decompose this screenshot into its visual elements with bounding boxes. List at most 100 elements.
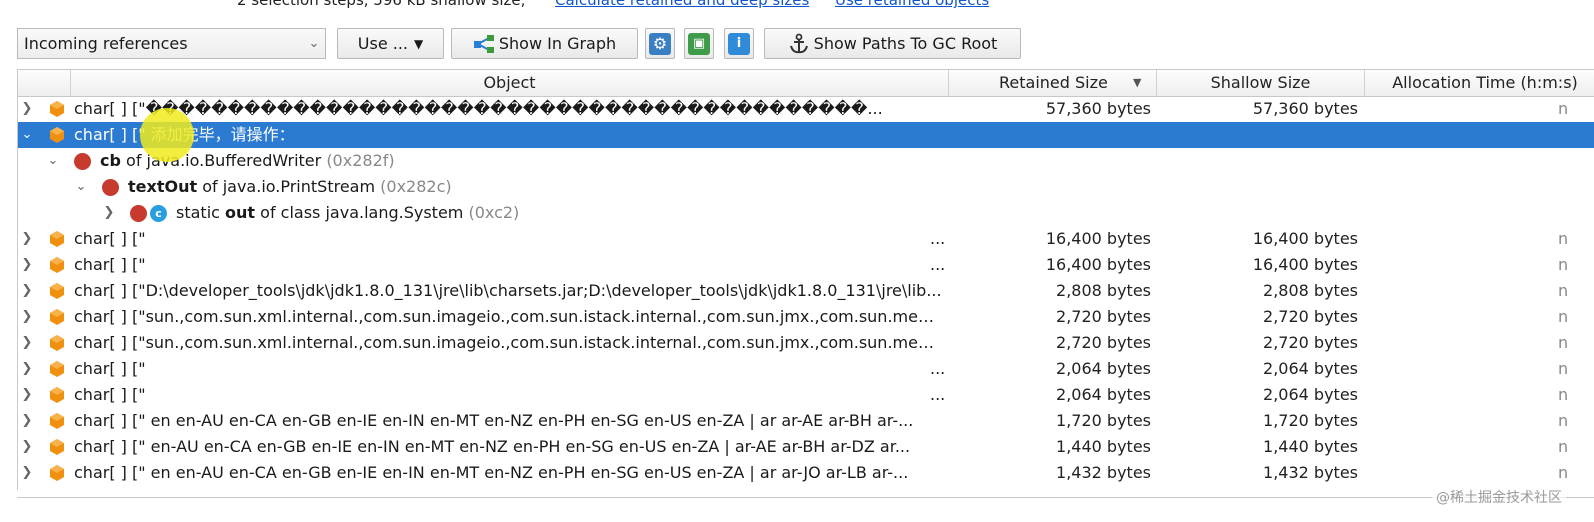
table-row[interactable]: ❯ char[ ] [" en-AU en-CA en-GB en-IE en-… (18, 434, 1594, 460)
object-label: char[ ] [" (74, 359, 146, 378)
object-icon (50, 387, 64, 403)
reference-icon (74, 153, 91, 170)
truncation-ellipsis: ... (930, 255, 946, 274)
object-icon (50, 127, 64, 143)
allocation-time: n (1558, 281, 1569, 300)
field-name: textOut (128, 177, 198, 196)
expand-chevron-icon[interactable]: ❯ (20, 460, 34, 486)
object-label: char[ ] [" (74, 385, 146, 404)
use-button[interactable]: Use ... ▼ (337, 28, 444, 59)
show-paths-gc-root-button[interactable]: Show Paths To GC Root (764, 28, 1021, 59)
table-row[interactable]: ❯ char[ ] ["sun.,com.sun.xml.internal.,c… (18, 330, 1594, 356)
retained-size: 2,064 bytes (1056, 359, 1151, 378)
table-row[interactable]: ❯ char[ ] [" ... 16,400 bytes 16,400 byt… (18, 226, 1594, 252)
watermark: @稀土掘金技术社区 (1432, 487, 1566, 507)
retained-size: 1,432 bytes (1056, 463, 1151, 482)
table-row[interactable]: ⌄ textOut of java.io.PrintStream (0x282c… (18, 174, 1594, 200)
shallow-size: 1,432 bytes (1263, 463, 1358, 482)
shallow-size: 1,440 bytes (1263, 437, 1358, 456)
expand-chevron-icon[interactable]: ❯ (20, 226, 34, 252)
table-header: Object Retained Size ▼ Shallow Size Allo… (18, 70, 1594, 97)
allocation-time: n (1558, 359, 1569, 378)
view-select-value: Incoming references (24, 34, 188, 53)
truncation-ellipsis: ... (930, 359, 946, 378)
shallow-size: 16,400 bytes (1252, 255, 1358, 274)
settings-button[interactable]: ⚙ (645, 28, 675, 59)
expand-chevron-icon[interactable]: ❯ (20, 408, 34, 434)
header-retained-size[interactable]: Retained Size (949, 70, 1157, 96)
show-in-graph-label: Show In Graph (498, 34, 617, 53)
retained-size: 16,400 bytes (1045, 229, 1151, 248)
shallow-size: 57,360 bytes (1252, 99, 1358, 118)
collapse-chevron-icon[interactable]: ⌄ (20, 122, 34, 148)
expand-chevron-icon[interactable]: ❯ (102, 200, 116, 226)
dropdown-arrow-icon: ▼ (414, 36, 424, 51)
expand-chevron-icon[interactable]: ❯ (20, 330, 34, 356)
sort-descending-icon: ▼ (1133, 76, 1142, 89)
toolbar: Incoming references ⌄ Use ... ▼ Show In … (0, 28, 1594, 62)
retained-size: 2,720 bytes (1056, 307, 1151, 326)
object-icon (50, 439, 64, 455)
retained-size: 1,720 bytes (1056, 411, 1151, 430)
object-label: char[ ] [" 添加完毕，请操作： (74, 125, 295, 144)
view-select[interactable]: Incoming references ⌄ (17, 28, 326, 59)
object-label: char[ ] [" (74, 229, 146, 248)
expand-chevron-icon[interactable]: ❯ (20, 96, 34, 122)
object-icon (50, 309, 64, 325)
allocation-time: n (1558, 437, 1569, 456)
table-row[interactable]: ❯ char[ ] [" ... 2,064 bytes 2,064 bytes… (18, 356, 1594, 382)
table-row[interactable]: ❯ char[ ] ["����������������������������… (18, 96, 1594, 122)
expand-chevron-icon[interactable]: ❯ (20, 304, 34, 330)
table-row[interactable]: ❯ char[ ] [" en en-AU en-CA en-GB en-IE … (18, 408, 1594, 434)
object-label: char[ ] ["sun.,com.sun.xml.internal.,com… (74, 307, 944, 326)
allocation-time: n (1558, 99, 1569, 118)
selection-info: 2 selection steps, 596 kB shallow size, … (0, 0, 1594, 13)
settings-icon: ⚙ (649, 32, 671, 55)
object-icon (50, 231, 64, 247)
show-in-graph-button[interactable]: Show In Graph (451, 28, 638, 59)
reference-label: static out of class java.lang.System (0x… (176, 200, 946, 226)
expand-chevron-icon[interactable]: ❯ (20, 278, 34, 304)
object-icon (50, 257, 64, 273)
allocation-time: n (1558, 411, 1569, 430)
table-row-selected[interactable]: ⌄ char[ ] [" 添加完毕，请操作： (18, 122, 1594, 148)
object-id: (0xc2) (468, 203, 520, 222)
info-button[interactable]: i (724, 28, 754, 59)
table-row[interactable]: ⌄ cb of java.io.BufferedWriter (0x282f) (18, 148, 1594, 174)
collapse-chevron-icon[interactable]: ⌄ (74, 174, 88, 200)
use-retained-objects-link[interactable]: Use retained objects (835, 0, 989, 9)
screenshot-icon: ▣ (688, 32, 710, 55)
table-row[interactable]: ❯ char[ ] [" en en-AU en-CA en-GB en-IE … (18, 460, 1594, 486)
expand-chevron-icon[interactable]: ❯ (20, 434, 34, 460)
table-row[interactable]: ❯ char[ ] [" ... 16,400 bytes 16,400 byt… (18, 252, 1594, 278)
expand-chevron-icon[interactable]: ❯ (20, 252, 34, 278)
shallow-size: 2,720 bytes (1263, 333, 1358, 352)
retained-size: 2,720 bytes (1056, 333, 1151, 352)
table-row[interactable]: ❯ c static out of class java.lang.System… (18, 200, 1594, 226)
cursor-highlight (140, 108, 194, 162)
anchor-icon (788, 33, 810, 55)
reference-label: cb of java.io.BufferedWriter (0x282f) (100, 148, 940, 174)
truncation-ellipsis: ... (930, 385, 946, 404)
field-name: cb (100, 151, 121, 170)
calculate-sizes-link[interactable]: Calculate retained and deep sizes (555, 0, 809, 9)
header-object[interactable]: Object (71, 70, 949, 96)
shallow-size: 2,064 bytes (1263, 359, 1358, 378)
header-retained-size-label: Retained Size (999, 73, 1108, 92)
info-icon: i (728, 32, 750, 55)
object-id: (0x282f) (326, 151, 395, 170)
retained-size: 2,808 bytes (1056, 281, 1151, 300)
table-row[interactable]: ❯ char[ ] ["D:\developer_tools\jdk\jdk1.… (18, 278, 1594, 304)
header-allocation-time[interactable]: Allocation Time (h:m:s) (1365, 70, 1594, 96)
screenshot-button[interactable]: ▣ (684, 28, 714, 59)
header-shallow-size[interactable]: Shallow Size (1157, 70, 1365, 96)
table-row[interactable]: ❯ char[ ] [" ... 2,064 bytes 2,064 bytes… (18, 382, 1594, 408)
object-label: char[ ] [" (74, 255, 146, 274)
expand-chevron-icon[interactable]: ❯ (20, 356, 34, 382)
collapse-chevron-icon[interactable]: ⌄ (46, 148, 60, 174)
class-icon: c (150, 205, 167, 222)
expand-chevron-icon[interactable]: ❯ (20, 382, 34, 408)
table-row[interactable]: ❯ char[ ] ["sun.,com.sun.xml.internal.,c… (18, 304, 1594, 330)
reference-icon (130, 205, 147, 222)
field-owner: of java.io.PrintStream (202, 177, 376, 196)
